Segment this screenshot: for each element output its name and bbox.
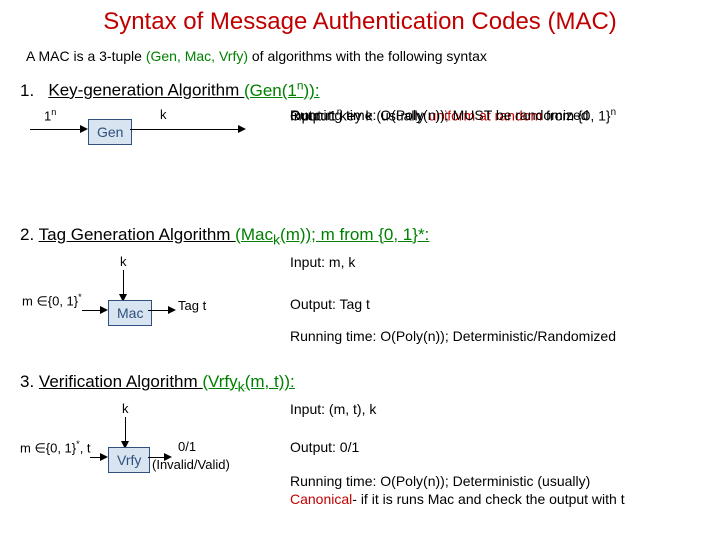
mac-input-label: m ∈{0, 1}* [22, 292, 82, 309]
gen-output-label: k [160, 107, 167, 122]
section3-heading: 3. Verification Algorithm (Vrfyk(m, t)): [20, 372, 700, 395]
section3-diagram: k m ∈{0, 1}*, t Vrfy 0/1 (Invalid/Valid)… [20, 401, 700, 521]
mac-k-label: k [120, 254, 127, 269]
mac-output-desc: Output: Tag t [290, 296, 696, 312]
vrfy-input-label: m ∈{0, 1}*, t [20, 439, 91, 456]
section1-heading: 1. Key-generation Algorithm (Gen(1n)): [20, 78, 700, 101]
section1-num: 1. [20, 81, 34, 101]
intro-post: of algorithms with the following syntax [248, 48, 487, 64]
gen-box: Gen [88, 119, 132, 145]
gen-input-label: 1n [44, 107, 56, 123]
section2-label: Tag Generation Algorithm [39, 225, 236, 244]
mac-input-desc: Input: m, k [290, 254, 696, 270]
section3-green: (Vrfyk(m, t)): [202, 372, 294, 391]
mac-output-label: Tag t [178, 298, 206, 313]
intro-text: A MAC is a 3-tuple (Gen, Mac, Vrfy) of a… [20, 48, 700, 64]
section1-green: (Gen(1n)): [244, 81, 320, 100]
section1-diagram: 1n Gen k Input: 1n Output: key k (usuall… [20, 107, 700, 211]
section2-num: 2. [20, 225, 34, 245]
section2-heading: 2. Tag Generation Algorithm (Mack(m)); m… [20, 225, 700, 248]
vrfy-output2-label: (Invalid/Valid) [152, 457, 230, 472]
vrfy-box: Vrfy [108, 447, 150, 473]
vrfy-canonical-desc: Canonical- if it is runs Mac and check t… [290, 491, 696, 507]
vrfy-output1-label: 0/1 [178, 439, 196, 454]
vrfy-k-label: k [122, 401, 129, 416]
section2-green: (Mack(m)); m from {0, 1}*: [235, 225, 429, 244]
intro-tuple: (Gen, Mac, Vrfy) [146, 48, 248, 64]
slide-title: Syntax of Message Authentication Codes (… [20, 8, 700, 36]
section1-label: Key-generation Algorithm [48, 81, 244, 100]
mac-box: Mac [108, 300, 152, 326]
section3-label: Verification Algorithm [39, 372, 202, 391]
vrfy-output-desc: Output: 0/1 [290, 439, 696, 455]
vrfy-input-desc: Input: (m, t), k [290, 401, 696, 417]
gen-runtime-desc: Running time: O(Poly(n)); MUST be random… [290, 107, 696, 123]
section3-num: 3. [20, 372, 34, 392]
section2-diagram: k m ∈{0, 1}* Mac Tag t Input: m, k Outpu… [20, 254, 700, 358]
vrfy-runtime-desc: Running time: O(Poly(n)); Deterministic … [290, 473, 696, 489]
intro-pre: A MAC is a 3-tuple [26, 48, 146, 64]
mac-runtime-desc: Running time: O(Poly(n)); Deterministic/… [290, 328, 696, 344]
